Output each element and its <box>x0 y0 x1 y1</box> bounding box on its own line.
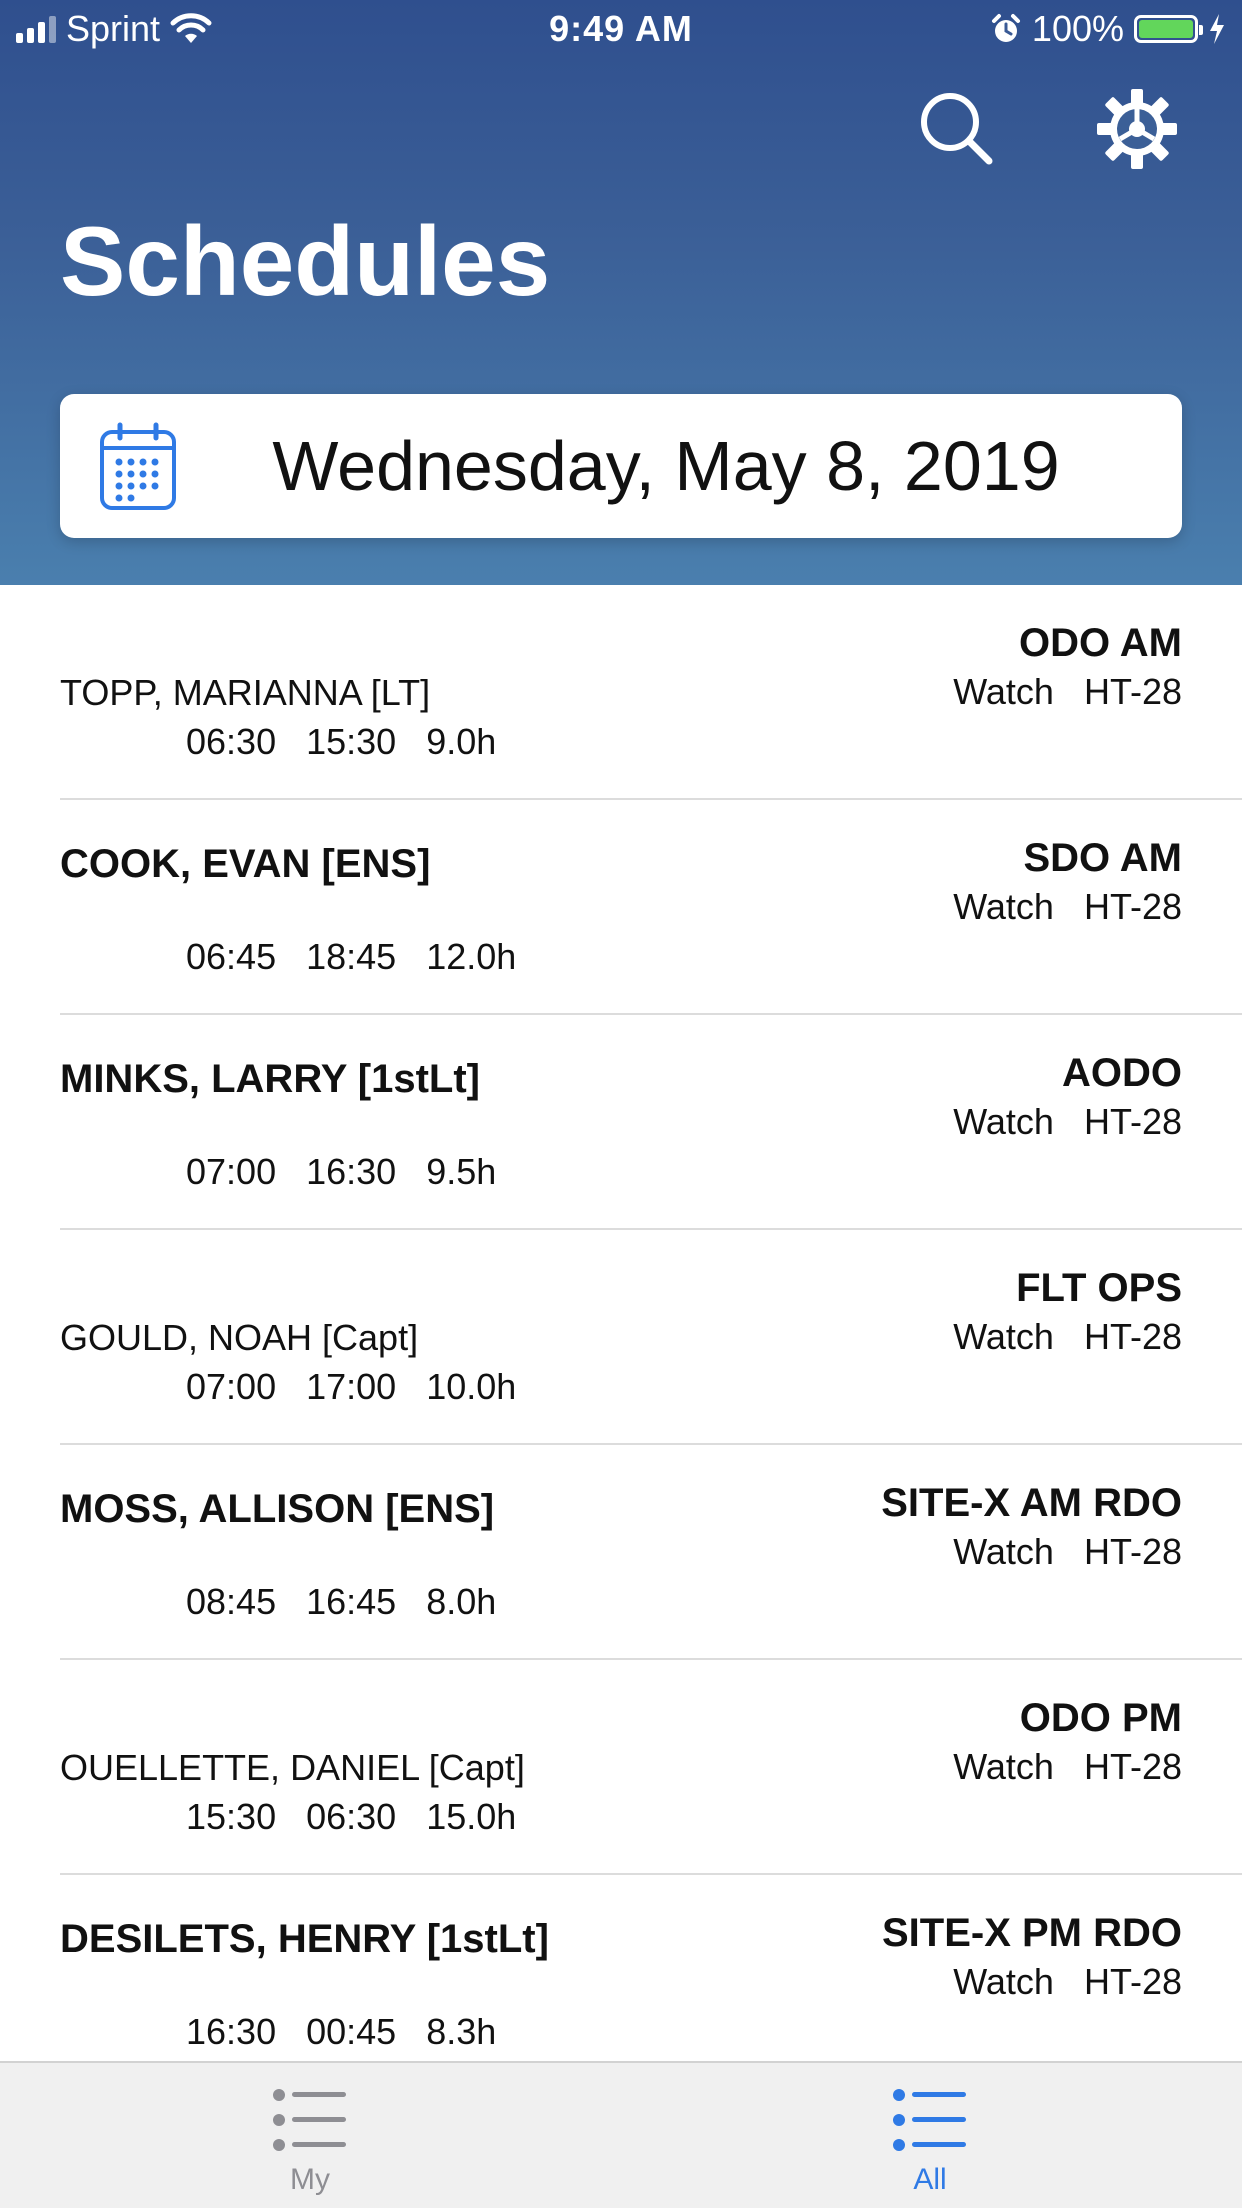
shift-times: 08:45 16:45 8.0h <box>186 1581 496 1623</box>
position-label: AODO <box>1062 1051 1182 1095</box>
schedule-row[interactable]: DESILETS, HENRY [1stLt] 16:30 00:45 8.3h S… <box>60 1875 1242 2090</box>
selected-date: Wednesday, May 8, 2019 <box>272 427 1060 505</box>
battery-icon <box>1134 15 1203 43</box>
shift-type-location: Watch HT-28 <box>953 1961 1182 2003</box>
person-name: COOK, EVAN [ENS] <box>60 842 431 886</box>
battery-level <box>1139 20 1193 38</box>
schedule-row[interactable]: MOSS, ALLISON [ENS] 08:45 16:45 8.0h SITE-… <box>60 1445 1242 1660</box>
shift-end: 16:30 <box>306 1151 397 1192</box>
shift-start: 15:30 <box>186 1796 277 1837</box>
shift-location: HT-28 <box>1083 1316 1182 1357</box>
shift-times: 16:30 00:45 8.3h <box>186 2011 496 2053</box>
header: Sprint 9:49 AM 100% Schedules Wednesday,… <box>0 0 1242 585</box>
tab-my-label: My <box>290 2163 330 2196</box>
schedule-row[interactable]: MINKS, LARRY [1stLt] 07:00 16:30 9.5h AODO… <box>60 1015 1242 1230</box>
shift-location: HT-28 <box>1083 1101 1182 1142</box>
shift-type-location: Watch HT-28 <box>953 886 1182 928</box>
schedule-row[interactable]: GOULD, NOAH [Capt] 07:00 17:00 10.0h FLT O… <box>60 1230 1242 1445</box>
schedule-row[interactable]: COOK, EVAN [ENS] 06:45 18:45 12.0h SDO AM W… <box>60 800 1242 1015</box>
person-name: OUELLETTE, DANIEL [Capt] <box>60 1747 525 1788</box>
shift-type: Watch <box>953 1746 1054 1787</box>
shift-end: 16:45 <box>306 1581 397 1622</box>
page-title: Schedules <box>60 206 551 316</box>
battery-percent: 100% <box>1031 8 1124 49</box>
person-name: MINKS, LARRY [1stLt] <box>60 1057 480 1101</box>
settings-button[interactable] <box>1092 84 1182 174</box>
calendar-icon <box>100 422 176 510</box>
shift-hours: 8.3h <box>426 2011 497 2052</box>
shift-location: HT-28 <box>1083 1531 1182 1572</box>
tab-all[interactable]: All <box>780 2063 1080 2208</box>
position-label: SITE-X AM RDO <box>881 1481 1182 1525</box>
shift-type: Watch <box>953 671 1054 712</box>
shift-type: Watch <box>953 1316 1054 1357</box>
search-button[interactable] <box>912 84 1002 174</box>
person-name: GOULD, NOAH [Capt] <box>60 1317 419 1358</box>
schedules-screen: Sprint 9:49 AM 100% Schedules Wednesday,… <box>0 0 1242 2208</box>
shift-type-location: Watch HT-28 <box>953 671 1182 713</box>
status-right: 100% <box>990 8 1226 50</box>
shift-start: 16:30 <box>186 2011 277 2052</box>
schedule-row[interactable]: TOPP, MARIANNA [LT] 06:30 15:30 9.0h ODO A… <box>60 585 1242 800</box>
list-icon <box>893 2089 966 2151</box>
position-label: ODO AM <box>1019 621 1182 665</box>
gear-icon <box>1097 89 1177 169</box>
shift-location: HT-28 <box>1083 671 1182 712</box>
shift-start: 06:30 <box>186 721 277 762</box>
shift-start: 08:45 <box>186 1581 277 1622</box>
shift-times: 15:30 06:30 15.0h <box>186 1796 516 1838</box>
shift-times: 06:30 15:30 9.0h <box>186 721 496 763</box>
status-bar: Sprint 9:49 AM 100% <box>0 0 1242 60</box>
list-icon <box>273 2089 346 2151</box>
shift-end: 06:30 <box>306 1796 397 1837</box>
alarm-icon <box>991 14 1020 42</box>
shift-end: 17:00 <box>306 1366 397 1407</box>
shift-type-location: Watch HT-28 <box>953 1531 1182 1573</box>
shift-times: 07:00 16:30 9.5h <box>186 1151 496 1193</box>
search-icon <box>921 93 993 165</box>
tab-bar: My All <box>0 2061 1242 2208</box>
shift-end: 15:30 <box>306 721 397 762</box>
shift-start: 07:00 <box>186 1151 277 1192</box>
shift-location: HT-28 <box>1083 1961 1182 2002</box>
shift-hours: 9.5h <box>426 1151 497 1192</box>
person-name: DESILETS, HENRY [1stLt] <box>60 1917 549 1961</box>
position-label: ODO PM <box>1019 1696 1182 1740</box>
position-label: SITE-X PM RDO <box>881 1911 1182 1955</box>
shift-type-location: Watch HT-28 <box>953 1316 1182 1358</box>
person-name: TOPP, MARIANNA [LT] <box>60 672 431 713</box>
schedule-list: TOPP, MARIANNA [LT] 06:30 15:30 9.0h ODO A… <box>0 585 1242 2090</box>
position-label: FLT OPS <box>1016 1266 1182 1310</box>
shift-type: Watch <box>953 1531 1054 1572</box>
tab-my[interactable]: My <box>160 2063 460 2208</box>
shift-times: 07:00 17:00 10.0h <box>186 1366 516 1408</box>
shift-times: 06:45 18:45 12.0h <box>186 936 516 978</box>
shift-location: HT-28 <box>1083 1746 1182 1787</box>
schedule-row[interactable]: OUELLETTE, DANIEL [Capt] 15:30 06:30 15.0… <box>60 1660 1242 1875</box>
shift-end: 18:45 <box>306 936 397 977</box>
shift-hours: 15.0h <box>426 1796 517 1837</box>
position-label: SDO AM <box>1023 836 1182 880</box>
shift-type: Watch <box>953 1101 1054 1142</box>
shift-hours: 10.0h <box>426 1366 517 1407</box>
shift-end: 00:45 <box>306 2011 397 2052</box>
shift-start: 06:45 <box>186 936 277 977</box>
shift-start: 07:00 <box>186 1366 277 1407</box>
charging-bolt-icon <box>1210 14 1224 44</box>
person-name: MOSS, ALLISON [ENS] <box>60 1487 495 1531</box>
shift-type: Watch <box>953 1961 1054 2002</box>
shift-type-location: Watch HT-28 <box>953 1746 1182 1788</box>
date-picker[interactable]: Wednesday, May 8, 2019 <box>60 394 1182 538</box>
shift-hours: 9.0h <box>426 721 497 762</box>
shift-hours: 8.0h <box>426 1581 497 1622</box>
shift-type: Watch <box>953 886 1054 927</box>
shift-hours: 12.0h <box>426 936 517 977</box>
tab-all-label: All <box>913 2163 947 2196</box>
shift-location: HT-28 <box>1083 886 1182 927</box>
shift-type-location: Watch HT-28 <box>953 1101 1182 1143</box>
